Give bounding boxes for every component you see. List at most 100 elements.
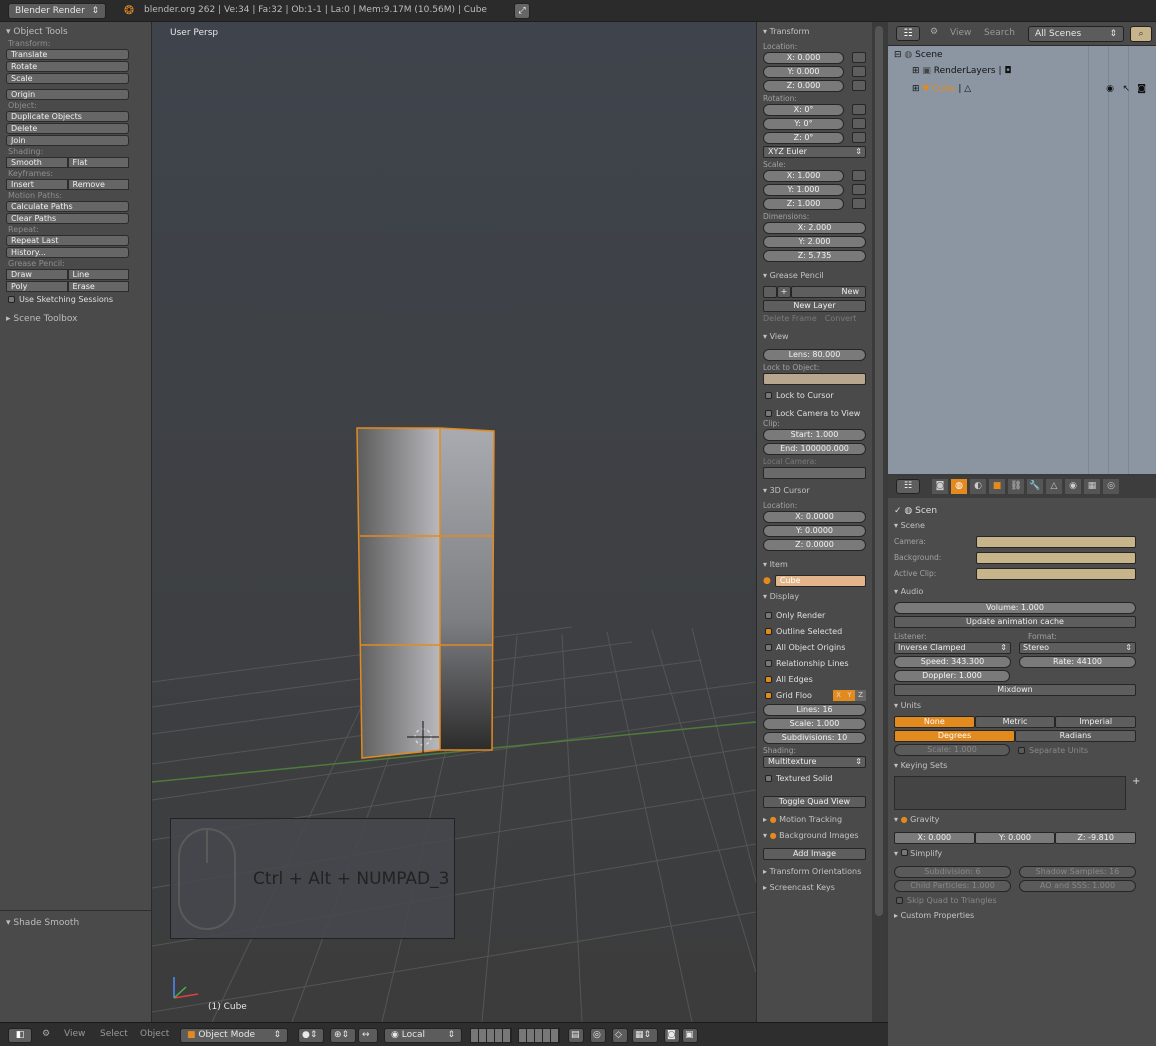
subdivision-field[interactable]: Subdivision: 6	[894, 866, 1011, 878]
scale-button[interactable]: Scale	[6, 73, 129, 84]
scale-y-field[interactable]: Y: 1.000	[763, 184, 844, 196]
axis-z-toggle[interactable]: Z	[855, 689, 866, 701]
lock-object-field[interactable]	[763, 373, 866, 385]
grease-pencil-header[interactable]: ▾ Grease Pencil	[757, 270, 872, 282]
rotation-y-field[interactable]: Y: 0°	[763, 118, 844, 130]
texture-tab-icon[interactable]: ▦	[1084, 479, 1100, 494]
active-clip-field[interactable]	[976, 568, 1136, 580]
flat-button[interactable]: Flat	[67, 157, 129, 168]
cursor-z-field[interactable]: Z: 0.0000	[763, 539, 866, 551]
new-layer-button[interactable]: New Layer	[763, 300, 866, 312]
eye-icon[interactable]: ◉	[1106, 84, 1114, 94]
lock-layers-icon[interactable]: ▤	[568, 1028, 584, 1043]
simplify-panel-header[interactable]: ▾ Simplify	[888, 848, 1156, 860]
grid-subdivisions-field[interactable]: Subdivisions: 10	[763, 732, 866, 744]
add-keying-set-icon[interactable]: +	[1132, 776, 1142, 810]
gravity-panel-header[interactable]: ▾ ● Gravity	[888, 814, 1156, 826]
origin-button[interactable]: Origin	[6, 89, 129, 100]
item-header[interactable]: ▾ Item	[757, 559, 872, 571]
unit-metric-option[interactable]: Metric	[974, 716, 1056, 728]
join-button[interactable]: Join	[6, 135, 129, 146]
grid-floor-checkbox[interactable]: Grid Floo	[757, 689, 833, 701]
editor-type-icon[interactable]: ☷	[896, 26, 920, 41]
lens-field[interactable]: Lens: 80.000	[763, 349, 866, 361]
gp-new-button[interactable]: New	[791, 286, 866, 298]
editor-type-icon[interactable]: ☷	[896, 479, 920, 494]
smooth-button[interactable]: Smooth	[6, 157, 68, 168]
translate-button[interactable]: Translate	[6, 49, 129, 60]
add-icon[interactable]: +	[777, 286, 791, 298]
calculate-paths-button[interactable]: Calculate Paths	[6, 201, 129, 212]
motion-tracking-header[interactable]: ▸ ● Motion Tracking	[757, 814, 872, 826]
rotation-x-field[interactable]: X: 0°	[763, 104, 844, 116]
child-particles-field[interactable]: Child Particles: 1.000	[894, 880, 1011, 892]
volume-field[interactable]: Volume: 1.000	[894, 602, 1136, 614]
grid-lines-field[interactable]: Lines: 16	[763, 704, 866, 716]
layer-buttons-a[interactable]	[470, 1028, 512, 1043]
convert-button[interactable]: Convert	[825, 314, 857, 323]
format-dropdown[interactable]: Stereo ⇕	[1019, 642, 1136, 654]
select-menu[interactable]: Select	[100, 1028, 128, 1043]
all-edges-checkbox[interactable]: All Edges	[757, 673, 872, 685]
location-y-field[interactable]: Y: 0.000	[763, 66, 844, 78]
background-images-header[interactable]: ▾ ● Background Images	[757, 830, 872, 842]
world-tab-icon[interactable]: ◐	[970, 479, 986, 494]
gravity-x-field[interactable]: X: 0.000	[894, 832, 975, 844]
3d-viewport[interactable]: User Persp (1) Cube Ctrl + Alt + NUMPAD_…	[152, 22, 756, 1022]
pencil-icon[interactable]	[763, 286, 777, 298]
cube-row[interactable]: ⊞ ▼ Cube | △ ◉ ↖ ◙	[912, 84, 1152, 94]
orientation-dropdown[interactable]: ◉ Local ⇕	[384, 1028, 462, 1043]
object-tools-header[interactable]: ▾ Object Tools	[0, 26, 151, 39]
lock-icon[interactable]	[852, 118, 866, 129]
lock-icon[interactable]	[852, 104, 866, 115]
outliner-view-menu[interactable]: View	[950, 28, 971, 38]
lock-icon[interactable]	[852, 66, 866, 77]
poly-button[interactable]: Poly	[6, 281, 68, 292]
scale-z-field[interactable]: Z: 1.000	[763, 198, 844, 210]
unit-scale-field[interactable]: Scale: 1.000	[894, 744, 1010, 756]
scene-row[interactable]: ⊟ ◍ Scene	[894, 50, 943, 60]
scene-panel-header[interactable]: ▾ Scene	[888, 520, 1156, 532]
outline-selected-checkbox[interactable]: Outline Selected	[757, 625, 872, 637]
grid-scale-field[interactable]: Scale: 1.000	[763, 718, 866, 730]
all-origins-checkbox[interactable]: All Object Origins	[757, 641, 872, 653]
object-menu[interactable]: Object	[140, 1028, 169, 1043]
cursor-select-icon[interactable]: ↖	[1122, 84, 1130, 94]
3d-cursor-header[interactable]: ▾ 3D Cursor	[757, 485, 872, 497]
material-tab-icon[interactable]: ◉	[1065, 479, 1081, 494]
outliner-search-menu[interactable]: Search	[984, 28, 1015, 38]
data-tab-icon[interactable]: △	[1046, 479, 1062, 494]
skip-quad-checkbox[interactable]: Skip Quad to Triangles	[888, 894, 1156, 906]
gravity-y-field[interactable]: Y: 0.000	[974, 832, 1056, 844]
rotation-z-field[interactable]: Z: 0°	[763, 132, 844, 144]
listener-dropdown[interactable]: Inverse Clamped ⇕	[894, 642, 1011, 654]
delete-button[interactable]: Delete	[6, 123, 129, 134]
degrees-option[interactable]: Degrees	[894, 730, 1015, 742]
dimension-y-field[interactable]: Y: 2.000	[763, 236, 866, 248]
menu-toggle-icon[interactable]: ⚙	[42, 1028, 50, 1043]
unit-imperial-option[interactable]: Imperial	[1055, 716, 1137, 728]
radians-option[interactable]: Radians	[1015, 730, 1136, 742]
rate-field[interactable]: Rate: 44100	[1019, 656, 1136, 668]
clip-start-field[interactable]: Start: 1.000	[763, 429, 866, 441]
separate-units-checkbox[interactable]: Separate Units	[1018, 744, 1088, 756]
unit-none-option[interactable]: None	[894, 716, 975, 728]
physics-tab-icon[interactable]: ◎	[1103, 479, 1119, 494]
line-button[interactable]: Line	[67, 269, 129, 280]
screencast-keys-header[interactable]: ▸ Screencast Keys	[757, 882, 872, 894]
lock-camera-checkbox[interactable]: Lock Camera to View	[757, 407, 872, 419]
rotation-mode-dropdown[interactable]: XYZ Euler ⇕	[763, 146, 866, 158]
axis-x-toggle[interactable]: X	[833, 689, 844, 701]
dimension-z-field[interactable]: Z: 5.735	[763, 250, 866, 262]
display-header[interactable]: ▾ Display	[757, 591, 872, 603]
speed-field[interactable]: Speed: 343.300	[894, 656, 1011, 668]
cursor-x-field[interactable]: X: 0.0000	[763, 511, 866, 523]
background-scene-field[interactable]	[976, 552, 1136, 564]
delete-frame-button[interactable]: Delete Frame	[763, 314, 817, 323]
lock-icon[interactable]	[852, 170, 866, 181]
units-panel-header[interactable]: ▾ Units	[888, 700, 1156, 712]
mode-dropdown[interactable]: ■ Object Mode ⇕	[180, 1028, 288, 1043]
modifiers-tab-icon[interactable]: 🔧	[1027, 479, 1043, 494]
location-x-field[interactable]: X: 0.000	[763, 52, 844, 64]
insert-keyframe-button[interactable]: Insert	[6, 179, 68, 190]
